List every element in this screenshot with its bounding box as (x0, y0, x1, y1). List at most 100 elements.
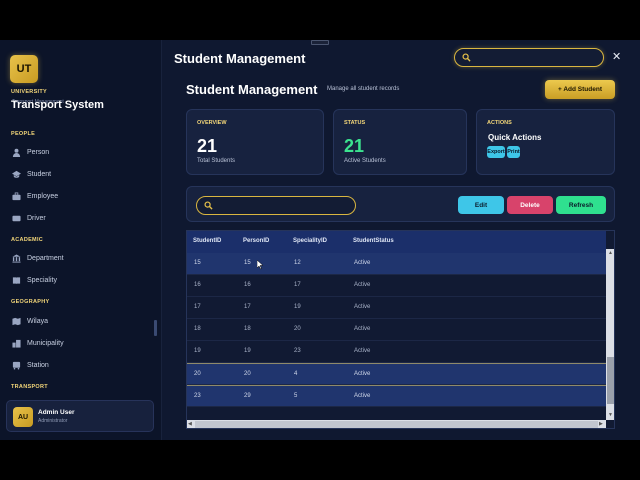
sidebar-item-driver[interactable]: Driver (12, 211, 46, 225)
building-icon (12, 253, 21, 263)
status-card: STATUS 21 Active Students (333, 109, 467, 175)
sidebar-item-municipality[interactable]: Municipality (12, 336, 64, 350)
search-icon (462, 53, 471, 62)
cell: Active (354, 304, 371, 310)
sidebar-item-department[interactable]: Department (12, 251, 64, 265)
sidebar-item-employee[interactable]: Employee (12, 189, 58, 203)
cell: 29 (244, 393, 251, 399)
cell: 17 (194, 304, 201, 310)
scrollbar-thumb[interactable] (607, 357, 614, 404)
sidebar-item-label: Driver (27, 214, 46, 222)
cell: 19 (194, 348, 201, 354)
graduation-cap-icon (12, 170, 21, 179)
avatar: AU (13, 407, 33, 427)
overview-card: OVERVIEW 21 Total Students (186, 109, 324, 175)
scroll-down-icon[interactable]: ▼ (608, 412, 613, 418)
close-icon[interactable]: ✕ (612, 50, 621, 63)
column-header[interactable]: StudentID (193, 238, 221, 244)
cell: 17 (294, 282, 301, 288)
column-header[interactable]: SpecialityID (293, 238, 327, 244)
cell: Active (354, 393, 371, 399)
cell: 16 (244, 282, 251, 288)
delete-button[interactable]: Delete (507, 196, 553, 214)
sidebar-item-label: Municipality (27, 339, 64, 347)
person-icon (12, 148, 21, 157)
vertical-scrollbar[interactable]: ▲ ▼ (606, 249, 614, 420)
bus-stop-icon (12, 361, 21, 370)
briefcase-icon (12, 191, 21, 201)
sidebar-item-student[interactable]: Student (12, 167, 51, 181)
table-row[interactable]: 19 19 23 Active (187, 341, 606, 363)
sidebar-item-person[interactable]: Person (12, 145, 49, 159)
user-card[interactable]: AU Admin User Administrator (6, 400, 154, 432)
sidebar-item-label: Person (27, 148, 50, 156)
scroll-left-icon[interactable]: ◀ (188, 421, 192, 427)
sidebar-item-label: Wilaya (27, 317, 49, 325)
sidebar-item-label: Student (27, 170, 52, 178)
sidebar-scrollbar[interactable] (154, 320, 157, 336)
cell: 18 (244, 326, 251, 332)
user-name: Admin User (38, 409, 75, 416)
section-transport: TRANSPORT (11, 384, 48, 390)
mouse-cursor-icon (257, 260, 264, 270)
card-label: ACTIONS (487, 120, 512, 126)
column-header[interactable]: PersonID (243, 238, 269, 244)
table-row[interactable]: 15 15 12 Active (187, 253, 606, 275)
sidebar-item-label: Speciality (27, 276, 57, 284)
cell: 20 (294, 326, 301, 332)
app-window: UT UNIVERSITY Transport Management Trans… (0, 40, 640, 440)
table-row[interactable]: 18 18 20 Active (187, 319, 606, 341)
page-subtitle: Manage all student records (327, 86, 400, 92)
cell: Active (354, 348, 371, 354)
sidebar-item-label: Employee (27, 192, 59, 200)
app-title: Transport System (11, 99, 104, 111)
card-label: OVERVIEW (197, 120, 227, 126)
table-row[interactable]: 17 17 19 Active (187, 297, 606, 319)
edit-button[interactable]: Edit (458, 196, 504, 214)
cell: 4 (294, 371, 298, 377)
total-students-count: 21 (197, 136, 218, 156)
cell: Active (354, 260, 371, 266)
horizontal-scrollbar[interactable]: ◀ ▶ (187, 420, 606, 428)
sidebar: UT UNIVERSITY Transport Management Trans… (0, 40, 162, 440)
table-row[interactable]: 23 29 5 Active (187, 385, 606, 407)
header-title: Student Management (174, 51, 306, 66)
column-header[interactable]: StudentStatus (353, 238, 394, 244)
window-grip[interactable] (311, 40, 329, 45)
university-label: UNIVERSITY (11, 89, 48, 95)
search-icon (204, 201, 213, 210)
sidebar-item-wilaya[interactable]: Wilaya (12, 314, 48, 328)
students-table: StudentID PersonID SpecialityID StudentS… (186, 230, 615, 429)
cell: 5 (294, 393, 298, 399)
cell: 23 (294, 348, 301, 354)
scroll-up-icon[interactable]: ▲ (608, 250, 613, 256)
refresh-button[interactable]: Refresh (556, 196, 606, 214)
map-icon (12, 317, 21, 326)
sidebar-item-label: Station (27, 361, 49, 369)
table-row[interactable]: 16 16 17 Active (187, 275, 606, 297)
cell: 18 (194, 326, 201, 332)
table-row[interactable]: 20 20 4 Active (187, 363, 606, 385)
print-button[interactable]: Print (507, 146, 520, 158)
cell: 20 (194, 371, 201, 377)
section-academic: ACADEMIC (11, 237, 44, 243)
sidebar-item-station[interactable]: Station (12, 358, 49, 372)
header-search-input[interactable] (454, 48, 604, 67)
cell: 20 (244, 371, 251, 377)
export-button[interactable]: Export (487, 146, 505, 158)
search-input[interactable] (196, 196, 356, 215)
add-student-button[interactable]: + Add Student (545, 80, 615, 99)
sidebar-item-speciality[interactable]: Speciality (12, 273, 57, 287)
quick-actions-title: Quick Actions (488, 133, 542, 142)
sidebar-item-label: Department (27, 254, 64, 262)
card-caption: Active Students (344, 158, 386, 164)
cell: 12 (294, 260, 301, 266)
card-caption: Total Students (197, 158, 236, 164)
section-people: PEOPLE (11, 131, 36, 137)
scrollbar-thumb[interactable] (195, 421, 598, 428)
cell: 23 (194, 393, 201, 399)
scroll-right-icon[interactable]: ▶ (599, 421, 603, 427)
card-label: STATUS (344, 120, 366, 126)
cell: 15 (194, 260, 201, 266)
cell: 15 (244, 260, 251, 266)
